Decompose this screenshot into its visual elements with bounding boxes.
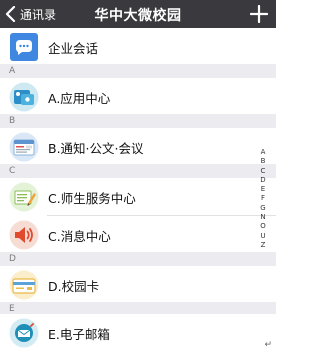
service-center-label: C.师生服务中心 — [48, 190, 136, 206]
index-letter[interactable]: D — [260, 176, 265, 185]
section-header-b: B — [0, 114, 276, 128]
speaker-icon — [9, 220, 39, 250]
return-mark: ↵ — [264, 340, 272, 350]
index-letter[interactable]: E — [261, 185, 265, 194]
index-letter[interactable]: N — [260, 213, 265, 222]
title-bar: 通讯录 华中大微校园 — [0, 0, 276, 28]
app-center-label: A.应用中心 — [48, 90, 111, 106]
list-item-campus-card[interactable]: D.校园卡 — [0, 266, 276, 304]
page-title: 华中大微校园 — [94, 8, 182, 24]
index-letter[interactable]: G — [260, 204, 265, 213]
section-header-c: C — [0, 164, 276, 178]
index-letter[interactable]: B — [261, 157, 266, 166]
section-header-a: A — [0, 64, 276, 78]
service-center-icon — [9, 182, 39, 212]
index-letter[interactable]: C — [261, 167, 266, 176]
index-letter[interactable]: F — [261, 194, 265, 203]
company-chat-label: 企业会话 — [48, 40, 99, 56]
index-letter[interactable]: Z — [261, 241, 266, 250]
section-header-d: D — [0, 252, 276, 266]
index-letter[interactable]: U — [260, 232, 265, 241]
campus-card-label: D.校园卡 — [48, 278, 100, 294]
email-icon — [9, 318, 39, 348]
index-letter[interactable]: A — [261, 148, 266, 157]
notice-label: B.通知·公文·会议 — [48, 140, 144, 156]
chat-icon — [9, 32, 39, 62]
message-center-label: C.消息中心 — [48, 228, 111, 244]
company-chat-item[interactable]: 企业会话 — [0, 28, 276, 66]
plus-icon[interactable] — [250, 5, 268, 23]
list-item-app-center[interactable]: A.应用中心 — [0, 78, 276, 116]
list-item-message-center[interactable]: C.消息中心 — [0, 216, 276, 254]
app-center-icon — [9, 82, 39, 112]
list-item-service-center[interactable]: C.师生服务中心 — [0, 178, 276, 216]
index-letter[interactable]: O — [260, 222, 266, 231]
email-label: E.电子邮箱 — [48, 326, 110, 342]
notice-icon — [9, 132, 39, 162]
list-item-email[interactable]: E.电子邮箱 — [0, 314, 276, 352]
list-item-notice[interactable]: B.通知·公文·会议 — [0, 128, 276, 166]
campus-card-icon — [9, 270, 39, 300]
alphabet-index[interactable]: A B C D E F G N O U Z — [258, 148, 268, 250]
